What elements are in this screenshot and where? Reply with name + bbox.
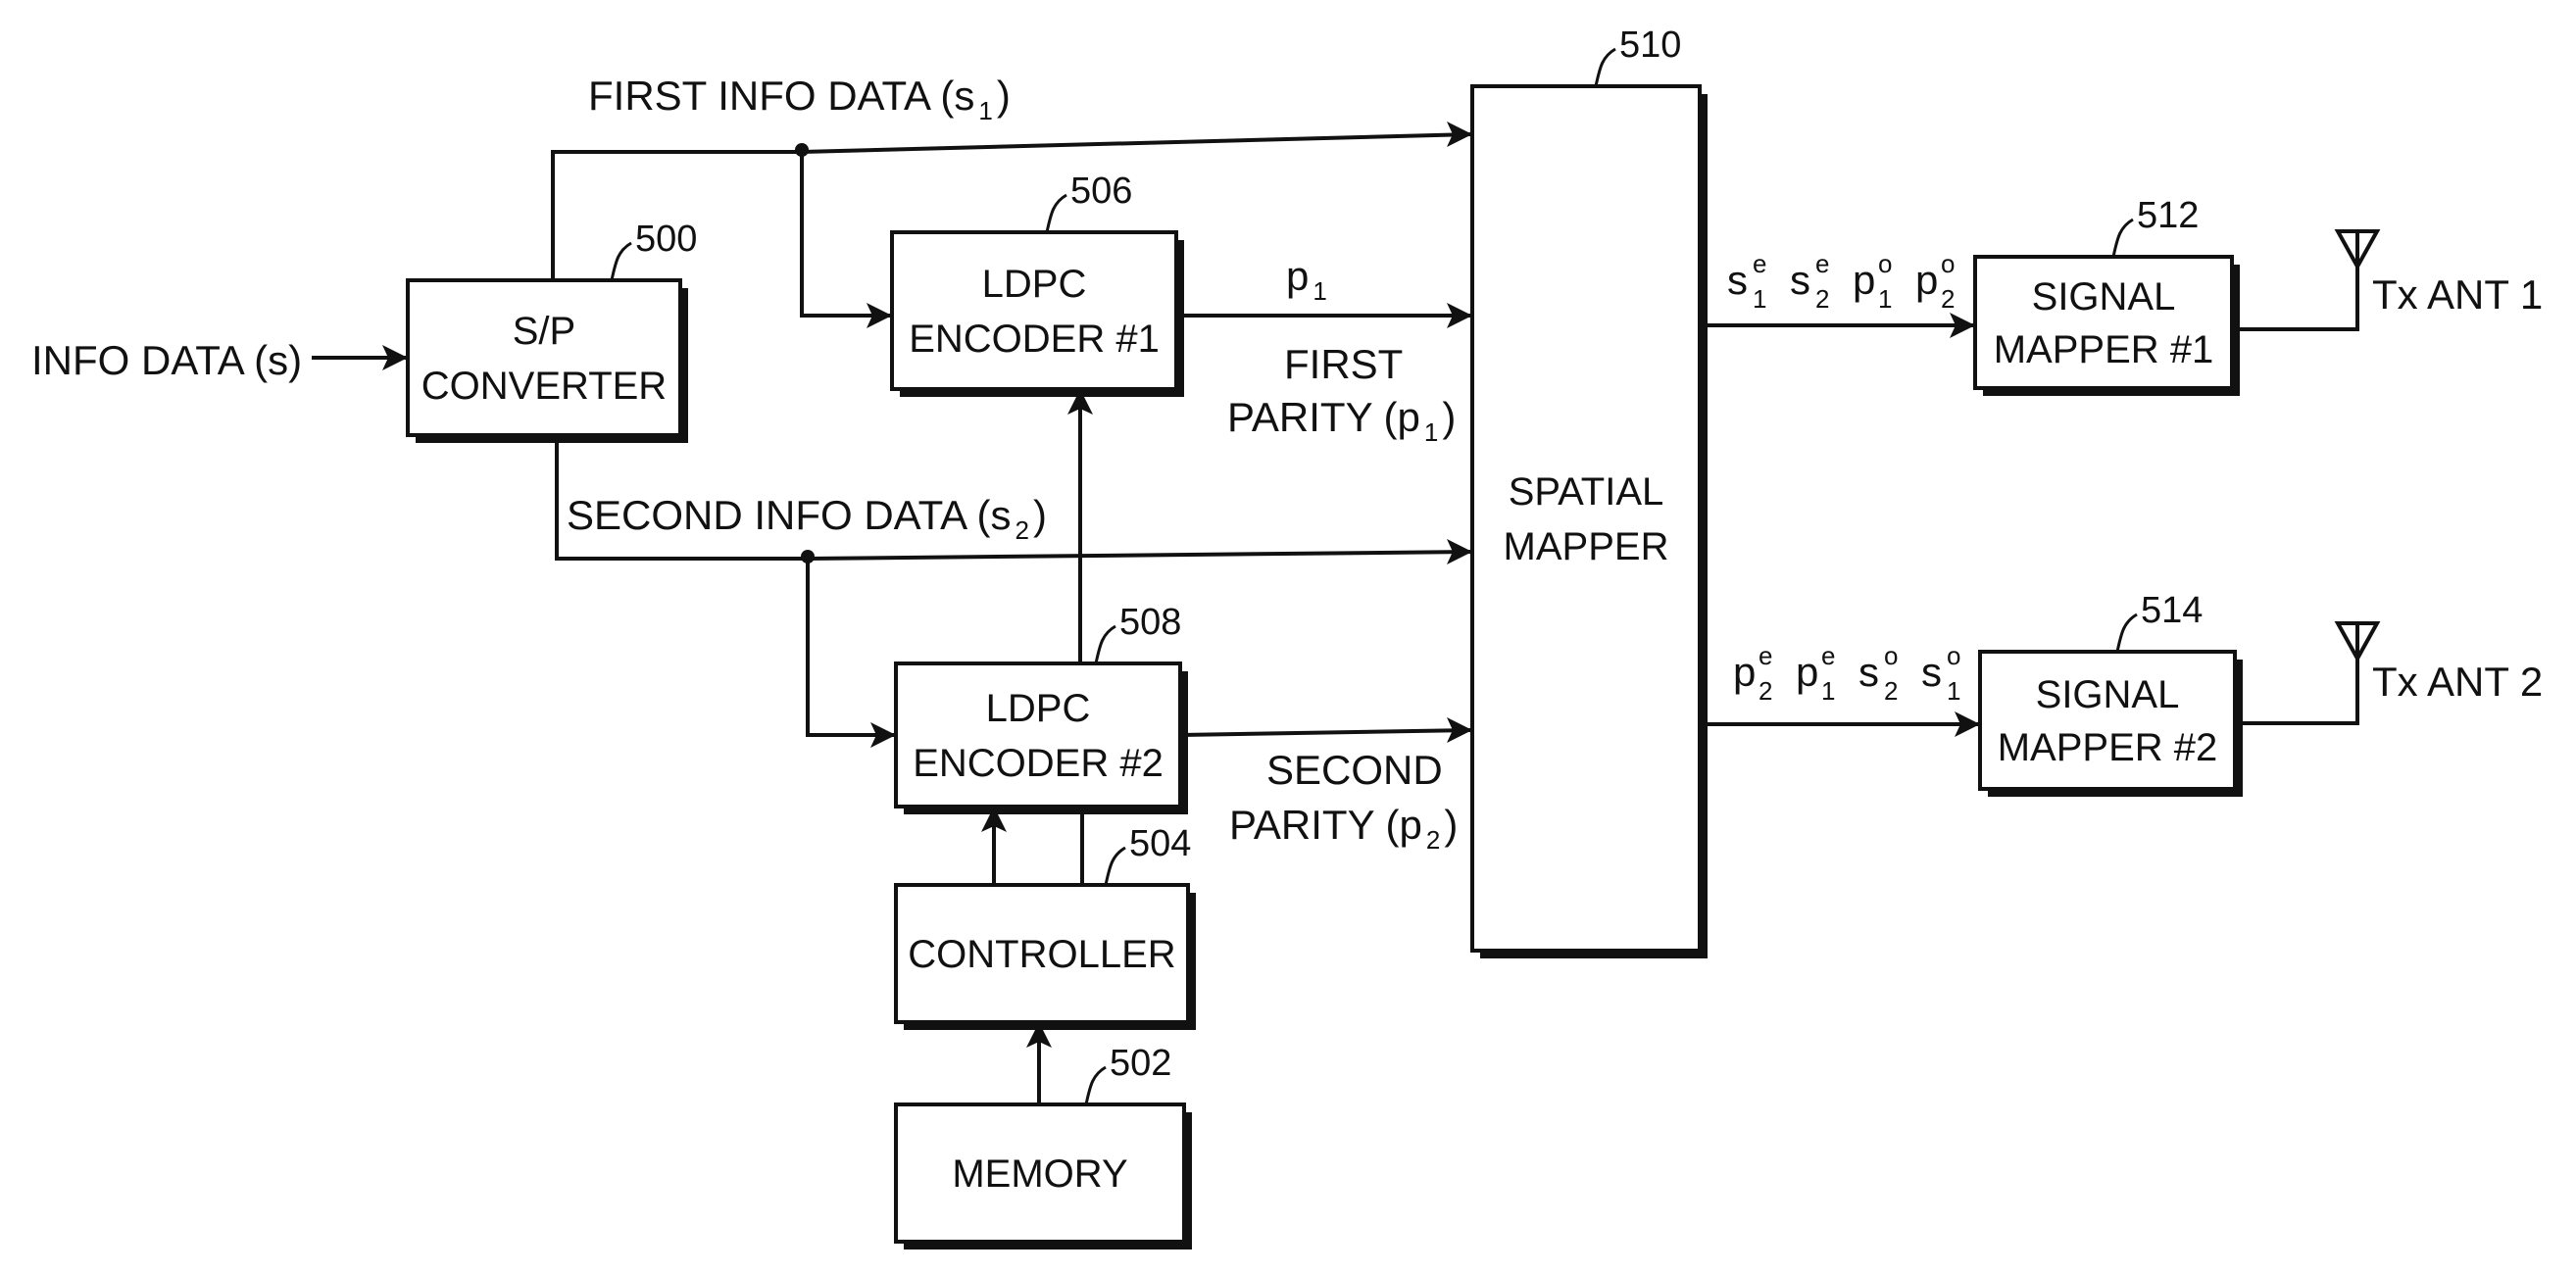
blocks: S/P CONVERTER 500 LDPC ENCODER #1 506 LDPC ENCO… <box>406 24 2243 1250</box>
block-label: ENCODER #1 <box>909 318 1160 361</box>
second-parity-arrow <box>1179 728 1473 737</box>
symbol-subscript: 2 <box>1759 676 1772 706</box>
symbol-base: p <box>1853 257 1875 303</box>
reference-leader <box>2111 218 2134 258</box>
second-info-to-encoder2 <box>806 557 896 737</box>
tx-antenna-2 <box>2235 621 2381 725</box>
block-label: SIGNAL <box>2032 275 2176 318</box>
block-label: LDPC <box>986 687 1091 730</box>
symbol-subscript: 2 <box>1884 676 1898 706</box>
antenna-feed <box>2235 653 2359 725</box>
reference-leader <box>1594 47 1616 87</box>
block-frame <box>894 662 1182 808</box>
block-label: CONTROLLER <box>908 933 1175 976</box>
output1-symbol: p o 1 <box>1853 249 1892 314</box>
symbol-base: s <box>1727 257 1748 303</box>
reference-numeral: 512 <box>2137 195 2199 236</box>
symbol-subscript: 1 <box>1821 676 1835 706</box>
block-label: ENCODER #2 <box>913 742 1164 785</box>
output2-symbol: s o 1 <box>1921 641 1960 706</box>
block-frame <box>1470 84 1702 953</box>
block-signal-mapper-2: SIGNAL MAPPER #2 514 <box>1978 590 2243 797</box>
symbol-superscript: e <box>1753 249 1766 278</box>
block-label: MAPPER <box>1504 525 1669 568</box>
reference-numeral: 504 <box>1129 823 1191 864</box>
symbol-superscript: o <box>1878 249 1892 278</box>
input-label: INFO DATA (s) <box>31 337 302 383</box>
antenna-feed <box>2232 261 2359 331</box>
block-label: CONVERTER <box>421 365 667 408</box>
output1-symbol: s e 2 <box>1790 249 1829 314</box>
symbol-base: p <box>1733 649 1756 695</box>
second-info-arrow <box>807 550 1473 561</box>
reference-numeral: 514 <box>2141 590 2203 631</box>
symbol-superscript: o <box>1941 249 1955 278</box>
block-label: S/P <box>513 310 575 353</box>
reference-leader <box>2115 612 2138 653</box>
block-spatial-mapper: SPATIAL MAPPER 510 <box>1470 24 1708 958</box>
output2-symbol: p e 2 <box>1733 641 1772 706</box>
reference-leader <box>1104 846 1126 886</box>
reference-numeral: 510 <box>1619 24 1681 66</box>
output1-symbol: p o 2 <box>1915 249 1955 314</box>
symbol-superscript: e <box>1821 641 1835 670</box>
symbol-base: s <box>1790 257 1810 303</box>
output2-symbol: p e 1 <box>1796 641 1835 706</box>
block-memory: MEMORY 502 <box>894 1043 1192 1250</box>
symbol-superscript: o <box>1884 641 1898 670</box>
block-label: SPATIAL <box>1509 470 1664 514</box>
output1-symbol: s e 1 <box>1727 249 1766 314</box>
symbol-base: p <box>1915 257 1938 303</box>
block-label: LDPC <box>982 263 1087 306</box>
symbol-subscript: 1 <box>1878 284 1892 314</box>
block-frame <box>406 278 682 437</box>
symbol-subscript: 1 <box>1753 284 1766 314</box>
block-signal-mapper-1: SIGNAL MAPPER #1 512 <box>1973 195 2240 396</box>
block-label: SIGNAL <box>2036 673 2180 716</box>
block-diagram: S/P CONVERTER 500 LDPC ENCODER #1 506 LDPC ENCO… <box>31 24 2543 1250</box>
symbol-base: p <box>1796 649 1818 695</box>
symbol-superscript: e <box>1759 641 1772 670</box>
first-parity-label-line1: FIRST <box>1284 341 1403 387</box>
symbol-superscript: e <box>1815 249 1829 278</box>
block-label: MAPPER #2 <box>1998 726 2218 769</box>
symbol-subscript: 2 <box>1941 284 1955 314</box>
symbol-base: s <box>1858 649 1879 695</box>
symbol-subscript: 1 <box>1947 676 1960 706</box>
first-parity-label-line2: PARITY (p 1) <box>1227 394 1456 447</box>
reference-numeral: 506 <box>1070 171 1132 212</box>
symbol-base: s <box>1921 649 1942 695</box>
reference-numeral: 508 <box>1119 602 1181 643</box>
tx-antenna-1 <box>2232 229 2381 331</box>
second-parity-label-line1: SECOND <box>1266 747 1443 793</box>
reference-leader <box>1045 193 1067 233</box>
symbol-subscript: 2 <box>1815 284 1829 314</box>
block-controller: CONTROLLER 504 <box>894 823 1196 1030</box>
reference-leader <box>1084 1065 1107 1105</box>
tx-ant-1-label: Tx ANT 1 <box>2372 271 2543 318</box>
reference-leader <box>610 241 632 281</box>
second-info-label: SECOND INFO DATA (s 2) <box>567 492 1047 545</box>
first-info-to-encoder1 <box>800 150 892 318</box>
reference-numeral: 502 <box>1110 1043 1171 1084</box>
first-info-wire <box>551 150 802 280</box>
block-ldpc-encoder-2: LDPC ENCODER #2 508 <box>894 602 1188 814</box>
second-parity-label-line2: PARITY (p 2) <box>1229 802 1458 855</box>
symbol-superscript: o <box>1947 641 1960 670</box>
first-info-arrow <box>801 132 1473 154</box>
p1-label: p1 <box>1286 253 1327 306</box>
block-label: MAPPER #1 <box>1994 328 2214 371</box>
tx-ant-2-label: Tx ANT 2 <box>2372 659 2543 705</box>
first-info-label: FIRST INFO DATA (s 1) <box>588 73 1011 125</box>
output2-symbol: s o 2 <box>1858 641 1898 706</box>
block-label: MEMORY <box>952 1152 1127 1196</box>
block-ldpc-encoder-1: LDPC ENCODER #1 506 <box>890 171 1184 397</box>
reference-leader <box>1094 624 1116 664</box>
block-frame <box>890 230 1178 391</box>
reference-numeral: 500 <box>635 219 697 260</box>
